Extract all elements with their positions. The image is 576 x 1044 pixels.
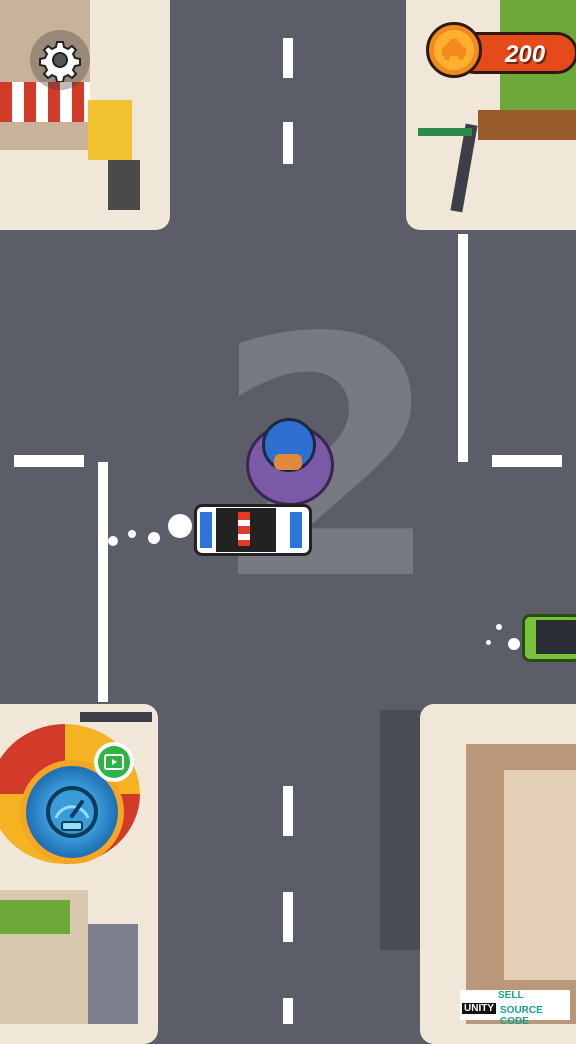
coin-counter: 200 — [426, 22, 576, 82]
player-body — [274, 454, 302, 470]
crates-top-left — [88, 100, 132, 160]
lane-marking — [283, 122, 293, 164]
fence-top-right — [478, 110, 576, 140]
exhaust-puff — [128, 530, 136, 538]
watermark-line1: SELL — [498, 990, 524, 1001]
building-bottom-left — [88, 924, 138, 1024]
lane-marking — [14, 455, 84, 467]
lane-marking — [98, 462, 108, 702]
green-car-window — [536, 620, 576, 654]
lane-marking — [283, 38, 293, 78]
exhaust-puff — [508, 638, 520, 650]
speedometer-icon — [46, 786, 98, 838]
lane-marking — [283, 998, 293, 1024]
police-siren — [238, 512, 250, 546]
video-ad-icon — [98, 746, 130, 778]
exhaust-puff — [486, 640, 491, 645]
street-lamp-bottom-left — [80, 712, 152, 722]
exhaust-puff — [108, 536, 118, 546]
coin-amount: 200 — [505, 41, 546, 68]
police-car-window-right — [290, 512, 302, 548]
lane-marking — [283, 892, 293, 942]
settings-button[interactable] — [30, 30, 90, 90]
street-lamp-arm-top-right — [418, 128, 472, 136]
watermark-unity: UNITY — [462, 1003, 496, 1014]
awning-top-left — [0, 82, 90, 122]
taxi-coin-icon — [426, 22, 482, 78]
watermark: SELL UNITY SOURCE CODE — [460, 990, 570, 1027]
gear-icon — [39, 41, 81, 82]
exhaust-puff — [496, 624, 502, 630]
exhaust-puff — [168, 514, 192, 538]
lane-marking — [283, 786, 293, 836]
video-ad-badge[interactable] — [94, 742, 134, 782]
lane-marking — [492, 455, 562, 467]
police-car-window-left — [200, 512, 212, 548]
coin-inner — [434, 30, 474, 70]
lane-marking — [458, 234, 468, 462]
traffic-light-top-left — [108, 160, 140, 210]
exhaust-puff — [148, 532, 160, 544]
taxi-icon — [442, 39, 466, 60]
shrubs-bottom-left — [0, 900, 70, 934]
building-roof-bottom-right — [504, 770, 576, 980]
building-shadow-bottom-right — [380, 710, 420, 950]
